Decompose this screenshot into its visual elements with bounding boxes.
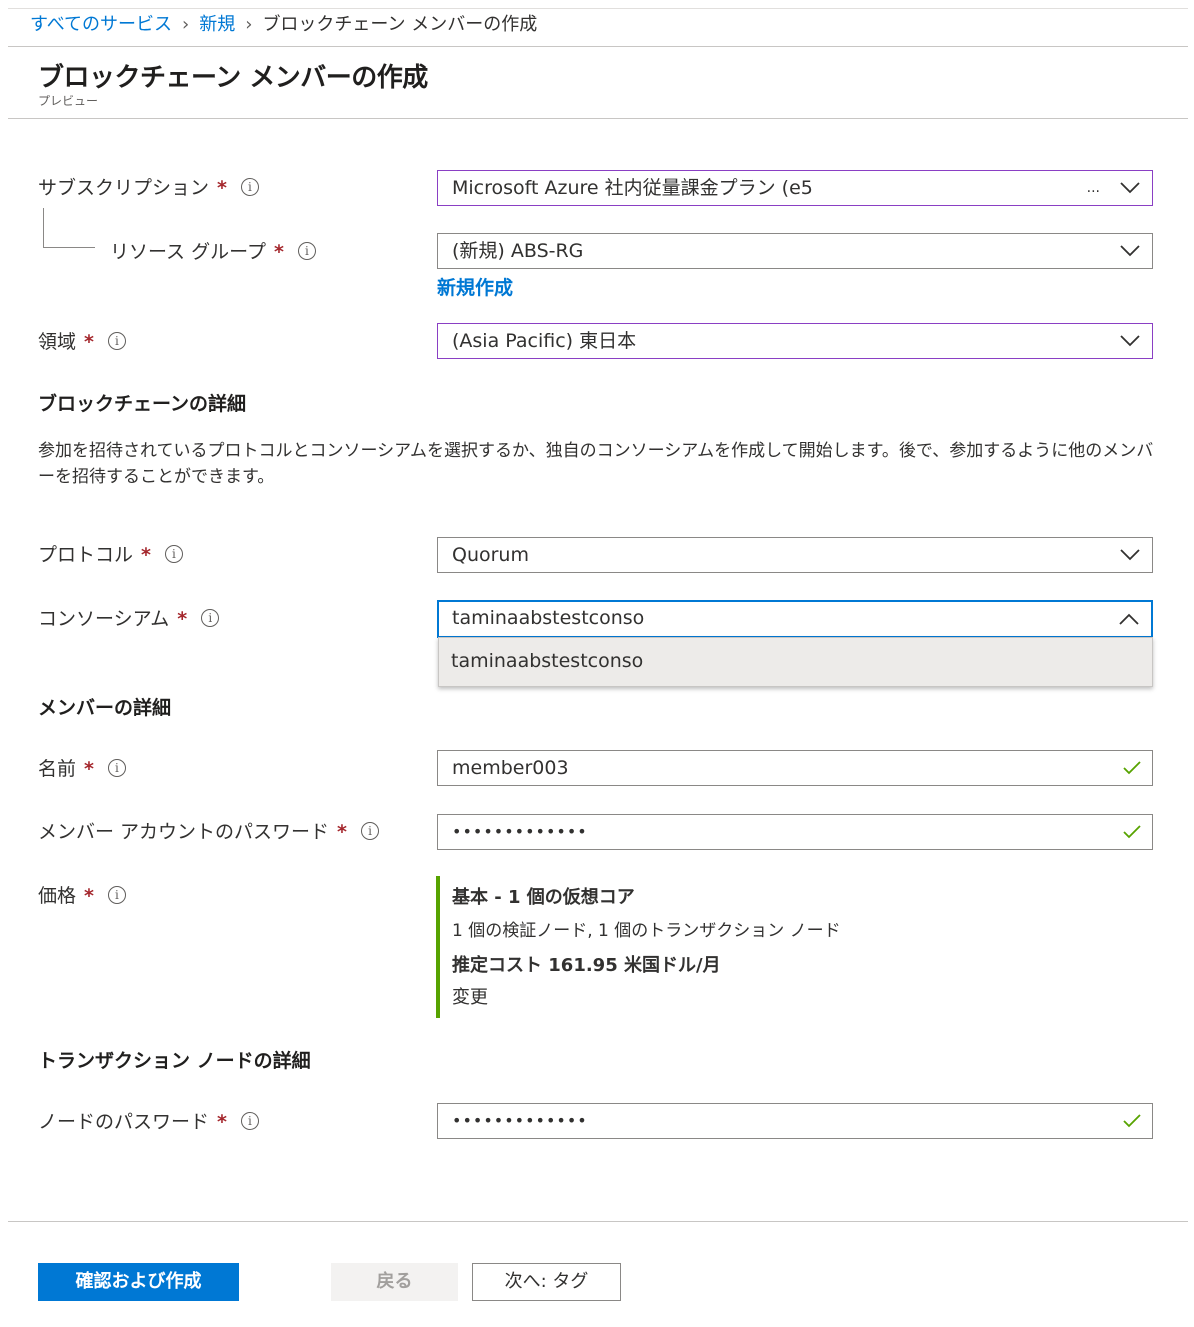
subscription-value: Microsoft Azure 社内従量課金プラン (e5 [452,177,813,199]
subscription-label: サブスクリプション [38,177,210,199]
protocol-select[interactable]: Quorum [437,537,1153,573]
node-password-input[interactable]: ••••••••••••• [437,1103,1153,1139]
required-mark: * [273,241,284,263]
resource-group-value: (新規) ABS-RG [452,240,584,262]
consortium-value: taminaabstestconso [452,607,645,629]
pricing-nodes: 1 個の検証ノード, 1 個のトランザクション ノード [452,921,841,941]
consortium-dropdown: taminaabstestconso [438,637,1153,687]
consortium-option[interactable]: taminaabstestconso [451,650,643,672]
pricing-accent-bar [436,876,440,1018]
member-password-input[interactable]: ••••••••••••• [437,814,1153,850]
review-create-button[interactable]: 確認および作成 [38,1263,239,1301]
resource-group-label: リソース グループ [110,241,266,263]
name-input[interactable]: member003 [437,750,1153,786]
required-mark: * [337,821,347,843]
checkmark-icon [1122,751,1142,785]
region-label: 領域 [38,331,77,353]
chevron-down-icon [1120,171,1140,205]
pricing-tier: 基本 - 1 個の仮想コア [452,887,635,908]
subscription-label-row: サブスクリプション * i [38,176,259,200]
region-value: (Asia Pacific) 東日本 [452,330,637,352]
info-icon[interactable]: i [164,544,183,563]
protocol-value: Quorum [452,544,529,566]
checkmark-icon [1122,1104,1142,1138]
breadcrumb-all-services[interactable]: すべてのサービス [30,14,172,35]
consortium-label-row: コンソーシアム * i [38,607,220,631]
chevron-up-icon [1119,602,1139,636]
subscription-select[interactable]: Microsoft Azure 社内従量課金プラン (e5 ... [437,170,1153,206]
header-divider [8,46,1188,47]
back-button[interactable]: 戻る [331,1263,458,1301]
name-label: 名前 [38,758,77,780]
checkmark-icon [1122,815,1142,849]
name-value: member003 [452,757,569,779]
resource-group-select[interactable]: (新規) ABS-RG [437,233,1153,269]
breadcrumb-new[interactable]: 新規 [199,14,235,35]
required-mark: * [217,177,227,199]
info-icon[interactable]: i [240,1111,259,1130]
required-mark: * [84,885,94,907]
page-title: ブロックチェーン メンバーの作成 [38,63,428,93]
info-icon[interactable]: i [107,885,126,904]
required-mark: * [217,1111,227,1133]
breadcrumb-current: ブロックチェーン メンバーの作成 [262,14,538,35]
required-mark: * [84,758,94,780]
required-mark: * [141,544,151,566]
region-label-row: 領域 * i [38,330,126,354]
info-icon[interactable]: i [107,758,126,777]
info-icon[interactable]: i [297,241,316,260]
protocol-label-row: プロトコル * i [38,543,183,567]
blockchain-details-heading: ブロックチェーンの詳細 [38,393,247,415]
breadcrumb-separator: › [182,14,190,35]
pricing-label-row: 価格 * i [38,884,126,908]
consortium-combobox[interactable]: taminaabstestconso [437,600,1153,638]
breadcrumb: すべてのサービス › 新規 › ブロックチェーン メンバーの作成 [30,12,537,38]
info-icon[interactable]: i [201,608,220,627]
blockchain-description: 参加を招待されているプロトコルとコンソーシアムを選択するか、独自のコンソーシアム… [38,441,1154,487]
transaction-node-heading: トランザクション ノードの詳細 [38,1050,311,1072]
name-label-row: 名前 * i [38,757,126,781]
chevron-down-icon [1120,538,1140,572]
next-tags-button[interactable]: 次へ: タグ [472,1263,621,1301]
chevron-down-icon [1120,234,1140,268]
tree-connector-vertical [43,208,44,248]
member-password-label-row: メンバー アカウントのパスワード * i [38,820,379,844]
ellipsis: ... [1086,180,1100,196]
required-mark: * [84,331,94,353]
info-icon[interactable]: i [240,177,259,196]
top-border [8,8,1188,9]
node-password-label: ノードのパスワード [38,1111,210,1133]
member-password-value: ••••••••••••• [452,822,588,841]
member-password-label: メンバー アカウントのパスワード [38,821,330,843]
footer-divider [8,1221,1188,1222]
info-icon[interactable]: i [107,331,126,350]
info-icon[interactable]: i [360,821,379,840]
resource-group-label-row: リソース グループ * i [110,240,316,264]
pricing-change-link[interactable]: 変更 [452,983,488,1009]
scrolled-content-remnant [95,115,215,119]
protocol-label: プロトコル [38,544,134,566]
node-password-value: ••••••••••••• [452,1111,588,1130]
page-subtitle: プレビュー [38,94,99,108]
pricing-label: 価格 [38,885,77,907]
member-details-heading: メンバーの詳細 [38,697,172,719]
pricing-cost: 推定コスト 161.95 米国ドル/月 [452,955,721,976]
breadcrumb-separator: › [245,14,253,35]
chevron-down-icon [1120,324,1140,358]
consortium-label: コンソーシアム [38,608,170,630]
node-password-label-row: ノードのパスワード * i [38,1110,259,1134]
required-mark: * [177,608,188,630]
region-select[interactable]: (Asia Pacific) 東日本 [437,323,1153,359]
create-new-link[interactable]: 新規作成 [437,273,513,300]
tree-connector-horizontal [43,247,95,248]
